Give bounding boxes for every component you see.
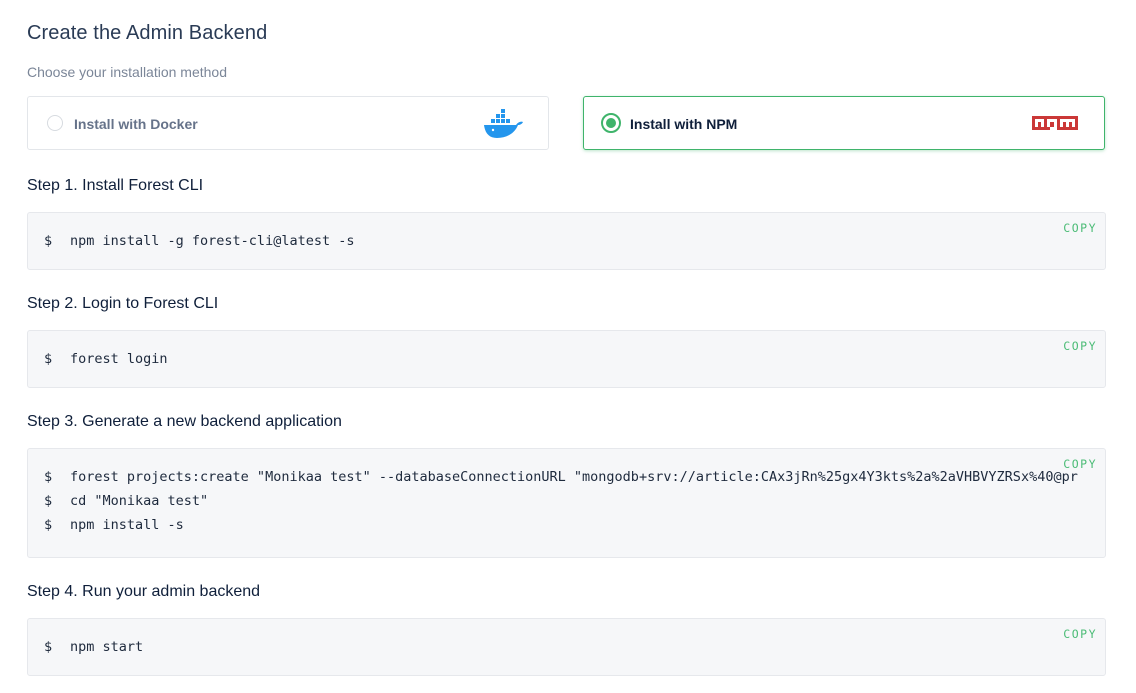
prompt-symbol: $ (44, 517, 53, 533)
step-2-line-1: $ forest login (44, 351, 168, 367)
install-method-options: Install with Docker Install with NPM (27, 96, 1106, 152)
step-3-code-block: $ forest projects:create "Monikaa test" -… (27, 448, 1106, 558)
step-2-code-block: COPY $ forest login (27, 330, 1106, 388)
npm-radio-button[interactable] (601, 113, 621, 133)
docker-radio-button[interactable] (47, 115, 63, 131)
option-install-docker[interactable]: Install with Docker (27, 96, 549, 150)
page-subtitle: Choose your installation method (27, 64, 228, 80)
step-3-line-1: $ forest projects:create "Monikaa test" -… (44, 469, 1078, 485)
command-text: forest login (70, 351, 168, 367)
step-3-line-2: $ cd "Monikaa test" (44, 493, 208, 509)
step-1-code-block: COPY $ npm install -g forest-cli@latest -… (27, 212, 1106, 270)
step-1-line-1: $ npm install -g forest-cli@latest -s (44, 233, 354, 249)
step-4-copy-button[interactable]: COPY (1063, 627, 1097, 641)
command-text: npm install -s (70, 517, 184, 533)
page-title: Create the Admin Backend (27, 22, 268, 44)
docker-logo-icon (484, 109, 523, 138)
npm-logo-icon (1032, 116, 1078, 130)
step-4-title: Step 4. Run your admin backend (27, 583, 261, 600)
step-1-copy-button[interactable]: COPY (1063, 221, 1097, 235)
npm-option-label: Install with NPM (630, 116, 738, 132)
docker-option-label: Install with Docker (74, 116, 198, 132)
command-text: forest projects:create "Monikaa test" --… (70, 469, 1078, 485)
prompt-symbol: $ (44, 469, 53, 485)
step-4-code-block: COPY $ npm start (27, 618, 1106, 676)
prompt-symbol: $ (44, 233, 53, 249)
prompt-symbol: $ (44, 351, 53, 367)
step-1-title: Step 1. Install Forest CLI (27, 177, 204, 194)
step-3-title: Step 3. Generate a new backend applicati… (27, 413, 342, 430)
command-text: cd "Monikaa test" (70, 493, 209, 509)
step-3-line-3: $ npm install -s (44, 517, 184, 533)
step-2-copy-button[interactable]: COPY (1063, 339, 1097, 353)
command-text: npm install -g forest-cli@latest -s (70, 233, 355, 249)
prompt-symbol: $ (44, 639, 53, 655)
prompt-symbol: $ (44, 493, 53, 509)
step-3-copy-button[interactable]: COPY (1063, 457, 1097, 471)
command-text: npm start (70, 639, 144, 655)
step-4-line-1: $ npm start (44, 639, 143, 655)
option-install-npm[interactable]: Install with NPM (583, 96, 1105, 150)
step-2-title: Step 2. Login to Forest CLI (27, 295, 219, 312)
